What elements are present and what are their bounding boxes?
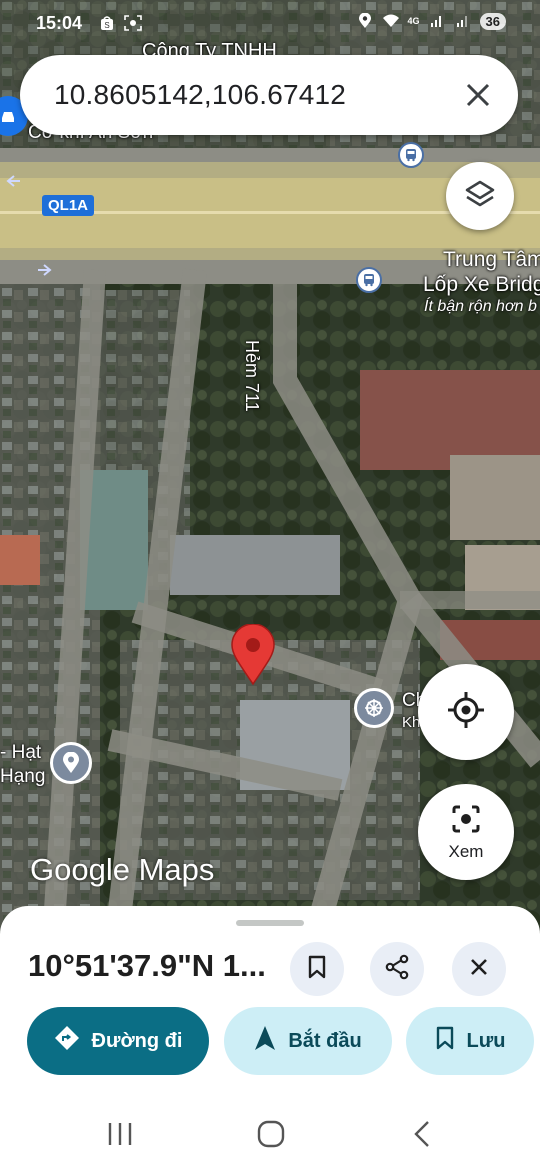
close-sheet-button[interactable] [452,942,506,996]
save-button[interactable]: Lưu [406,1007,534,1075]
share-icon [384,954,410,985]
map-label-poi-left-1: - Hạt [0,742,42,763]
save-label: Lưu [466,1029,506,1052]
signal-icon [428,12,446,30]
satellite-map[interactable]: 15:04 S 4G 36 Công Ty TNHH QL1A Trung Tâ… [0,0,540,960]
status-time: 15:04 [36,13,83,33]
bus-stop-icon[interactable] [398,142,424,168]
shopee-bag-icon: S [98,14,116,32]
bookmark-icon [435,1026,455,1056]
highway-shield: QL1A [42,195,95,216]
screenshot-icon [124,14,142,32]
bus-stop-icon[interactable] [356,267,382,293]
church-poi-icon[interactable] [354,688,394,728]
signal-icon [454,12,472,30]
map-label-tire-center-1: Trung Tâm [443,248,540,271]
start-button[interactable]: Bắt đầu [224,1007,392,1075]
search-bar[interactable]: 10.8605142,106.67412 [20,55,518,135]
place-poi-icon[interactable] [50,742,92,784]
location-icon [356,12,374,30]
home-icon[interactable] [251,1114,291,1154]
close-icon [469,957,489,982]
dropped-pin-icon[interactable] [230,623,276,686]
navigation-arrow-icon [254,1025,276,1057]
bookmark-icon [307,955,327,984]
system-nav-bar [0,1096,540,1170]
directions-icon [54,1025,80,1057]
lens-view-button[interactable]: Xem [418,784,514,880]
camera-lens-icon [451,804,481,839]
status-bar: 15:04 S 4G 36 [0,0,540,48]
close-icon[interactable] [460,77,496,113]
back-icon[interactable] [402,1114,442,1154]
map-label-tire-center-busy: Ít bận rộn hơn b [424,298,537,315]
network-type: 4G [407,15,420,26]
place-title: 10°51'37.9"N 1... [28,948,266,983]
map-label-poi-left-2: Hạng [0,766,46,787]
my-location-icon [446,690,486,735]
svg-text:S: S [104,21,109,30]
map-label-tire-center-2: Lốp Xe Bridg [423,273,540,296]
layers-button[interactable] [446,162,514,230]
layers-icon [464,178,496,215]
lens-view-label: Xem [448,842,484,861]
share-button[interactable] [370,942,424,996]
directions-button[interactable]: Đường đi [27,1007,209,1075]
start-label: Bắt đầu [288,1029,362,1052]
map-label-alley: Hẻm 711 [242,340,262,412]
recent-apps-icon[interactable] [100,1114,140,1154]
google-maps-watermark: Google Maps [30,852,215,887]
search-query[interactable]: 10.8605142,106.67412 [54,79,346,111]
bookmark-button[interactable] [290,942,344,996]
wifi-icon [382,12,400,30]
drag-handle[interactable] [236,920,304,926]
battery-level: 36 [479,12,506,30]
my-location-button[interactable] [418,664,514,760]
place-sheet[interactable]: 10°51'37.9"N 1... Đường đi Bắt đầu Lưu [0,906,540,1096]
directions-label: Đường đi [91,1029,183,1052]
